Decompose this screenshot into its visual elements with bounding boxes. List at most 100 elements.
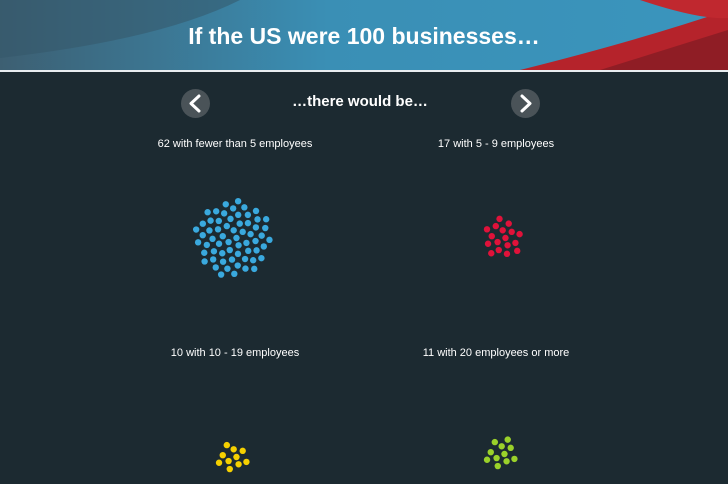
business-dot xyxy=(505,220,512,227)
business-dot xyxy=(233,234,240,242)
business-dot xyxy=(244,219,252,227)
business-dot xyxy=(502,234,509,242)
dot-cluster xyxy=(483,215,523,258)
business-dot xyxy=(224,265,231,272)
business-dot xyxy=(192,226,200,233)
business-dot xyxy=(229,205,237,212)
business-dot xyxy=(484,240,492,247)
business-dot xyxy=(495,246,502,254)
business-dot xyxy=(496,215,503,223)
business-dot xyxy=(252,237,259,245)
business-dot xyxy=(233,453,240,461)
business-dot xyxy=(217,271,225,278)
business-dot xyxy=(199,220,207,227)
business-dot xyxy=(201,249,208,256)
business-dot xyxy=(253,247,260,254)
business-dot xyxy=(236,220,243,227)
business-dot xyxy=(230,446,237,453)
dot-cluster xyxy=(192,198,273,278)
business-dot xyxy=(491,438,499,446)
business-dot xyxy=(226,465,233,473)
business-dot xyxy=(243,239,250,247)
business-dot xyxy=(241,255,249,263)
business-dot xyxy=(225,238,232,246)
business-dot xyxy=(503,458,510,465)
business-dot xyxy=(235,211,242,219)
business-dot xyxy=(227,215,234,223)
dot-clusters xyxy=(192,198,523,473)
business-dot xyxy=(258,254,265,262)
business-dot xyxy=(488,250,495,257)
business-dot xyxy=(483,226,491,233)
business-dot xyxy=(215,240,223,247)
business-dot xyxy=(220,210,228,217)
business-dot xyxy=(212,208,220,215)
business-dot xyxy=(212,264,219,271)
business-dot xyxy=(503,250,511,258)
business-dot xyxy=(492,222,500,230)
business-dot xyxy=(228,256,236,263)
business-dot xyxy=(504,436,511,443)
business-dot xyxy=(262,216,270,223)
business-dot xyxy=(483,456,491,463)
business-dot xyxy=(245,247,252,255)
business-dot xyxy=(494,462,501,470)
business-dot xyxy=(511,455,518,463)
business-dot xyxy=(258,232,265,239)
business-dot xyxy=(234,250,242,258)
business-dot xyxy=(219,451,226,459)
business-dot xyxy=(219,232,226,240)
business-dot xyxy=(262,224,269,232)
business-dot xyxy=(199,231,206,239)
business-dot xyxy=(260,243,268,250)
business-dot xyxy=(194,239,202,246)
business-dot xyxy=(254,216,261,223)
business-dot xyxy=(230,227,237,234)
business-dot xyxy=(512,239,519,247)
business-dot xyxy=(508,228,515,236)
business-dot xyxy=(206,227,213,234)
business-dot xyxy=(507,444,514,452)
business-dot xyxy=(209,256,217,263)
business-dot xyxy=(501,450,508,458)
business-dot xyxy=(204,209,211,216)
business-dot xyxy=(239,228,246,236)
dot-cluster xyxy=(215,441,250,473)
business-dot xyxy=(494,238,501,246)
business-dot xyxy=(231,270,238,278)
business-dot xyxy=(514,247,521,255)
business-dot xyxy=(215,459,223,466)
business-dot xyxy=(235,461,242,468)
business-dot xyxy=(219,250,226,257)
business-dot xyxy=(235,242,242,249)
dot-cluster xyxy=(483,436,518,470)
business-dot xyxy=(241,204,248,211)
business-dot xyxy=(516,230,523,238)
business-dot xyxy=(243,458,250,466)
business-dot xyxy=(499,227,506,234)
business-dot xyxy=(203,241,211,249)
business-dot xyxy=(252,224,260,231)
business-dot xyxy=(201,258,208,265)
business-dot xyxy=(251,265,258,273)
business-dot xyxy=(239,447,246,455)
business-dot xyxy=(223,222,231,230)
business-dot xyxy=(215,217,222,225)
business-dot xyxy=(209,235,216,243)
business-dot xyxy=(222,201,229,208)
business-dot xyxy=(498,443,505,450)
business-dot xyxy=(244,211,252,219)
business-dot xyxy=(247,230,254,238)
business-dot xyxy=(252,207,260,215)
business-dot xyxy=(234,198,242,205)
business-dot xyxy=(225,457,232,465)
business-dot xyxy=(214,226,222,233)
business-dot xyxy=(493,454,500,462)
business-dot xyxy=(504,242,511,249)
business-dot xyxy=(242,265,249,272)
business-dot xyxy=(234,262,241,269)
business-dot xyxy=(219,258,227,265)
business-dot xyxy=(210,248,218,255)
business-dot xyxy=(488,232,495,240)
business-dot xyxy=(266,236,273,244)
